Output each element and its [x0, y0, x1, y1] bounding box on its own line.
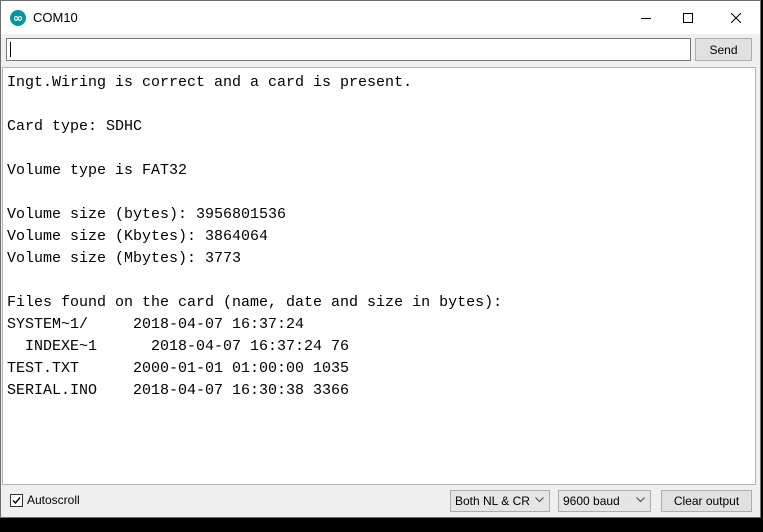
title-bar[interactable]: ∞ COM10 [1, 1, 760, 34]
serial-input[interactable] [6, 38, 691, 61]
serial-monitor-window: ∞ COM10 Send Ingt.Wiring is correct and … [0, 0, 761, 518]
close-button[interactable] [713, 1, 759, 34]
window-title: COM10 [33, 10, 78, 25]
minimize-button[interactable] [623, 1, 669, 34]
output-line: SERIAL.INO 2018-04-07 16:30:38 3366 [7, 382, 350, 399]
output-line: Volume type is FAT32 [7, 162, 188, 179]
line-ending-select[interactable]: Both NL & CR [450, 490, 550, 512]
output-line: Volume size (bytes): 3956801536 [7, 206, 287, 223]
chevron-down-icon [636, 497, 645, 503]
line-ending-value: Both NL & CR [455, 494, 530, 508]
text-caret [10, 42, 11, 57]
baud-rate-select[interactable]: 9600 baud [558, 490, 651, 512]
baud-rate-value: 9600 baud [563, 494, 620, 508]
checkmark-icon [12, 496, 21, 504]
output-line: Files found on the card (name, date and … [7, 294, 503, 311]
send-button[interactable]: Send [695, 38, 752, 61]
autoscroll-toggle[interactable]: Autoscroll [10, 493, 80, 507]
output-text: Ingt.Wiring is correct and a card is pre… [3, 68, 755, 402]
output-line: Volume size (Mbytes): 3773 [7, 250, 242, 267]
close-icon [731, 12, 741, 23]
status-bar: Autoscroll Both NL & CR 9600 baud Clear … [1, 486, 760, 518]
output-line: Ingt.Wiring is correct and a card is pre… [7, 74, 413, 91]
send-bar: Send [1, 34, 760, 66]
autoscroll-label: Autoscroll [27, 493, 80, 507]
minimize-icon [641, 17, 651, 19]
serial-output[interactable]: Ingt.Wiring is correct and a card is pre… [2, 67, 756, 485]
output-line: INDEXE~1 2018-04-07 16:37:24 76 [7, 338, 350, 355]
output-line: Volume size (Kbytes): 3864064 [7, 228, 269, 245]
output-line: Card type: SDHC [7, 118, 143, 135]
chevron-down-icon [535, 497, 544, 503]
clear-output-button[interactable]: Clear output [661, 490, 752, 512]
autoscroll-checkbox[interactable] [10, 493, 23, 507]
output-line: TEST.TXT 2000-01-01 01:00:00 1035 [7, 360, 350, 377]
maximize-button[interactable] [665, 1, 711, 34]
arduino-icon: ∞ [10, 10, 26, 26]
output-line: SYSTEM~1/ 2018-04-07 16:37:24 [7, 316, 305, 333]
maximize-icon [683, 12, 693, 23]
